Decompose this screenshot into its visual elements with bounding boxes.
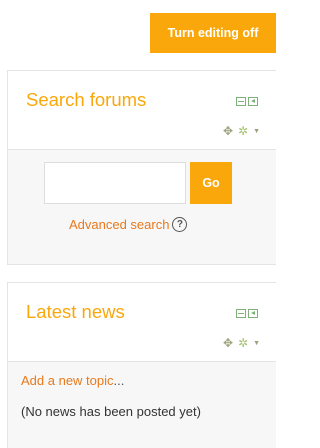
advanced-search-row: Advanced search ? bbox=[69, 217, 188, 232]
add-new-topic-link[interactable]: Add a new topic... bbox=[21, 373, 124, 388]
search-forums-block: Search forums ✥ ✲ ▼ Go Advanced search ? bbox=[7, 70, 276, 265]
minimize-icon[interactable] bbox=[236, 309, 246, 318]
block-header: Search forums bbox=[8, 71, 276, 124]
block-controls: ✥ ✲ ▼ bbox=[223, 336, 260, 350]
dock-icon[interactable] bbox=[236, 309, 258, 318]
block-content: Go Advanced search ? bbox=[8, 149, 276, 264]
advanced-search-link[interactable]: Advanced search bbox=[69, 217, 169, 232]
chevron-down-icon[interactable]: ▼ bbox=[253, 340, 260, 347]
gear-icon[interactable]: ✲ bbox=[238, 336, 248, 350]
block-controls: ✥ ✲ ▼ bbox=[223, 124, 260, 138]
block-header: Latest news bbox=[8, 283, 276, 336]
block-content: Add a new topic... (No news has been pos… bbox=[8, 361, 276, 448]
dock-icon[interactable] bbox=[236, 97, 258, 106]
dock-arrow-icon[interactable] bbox=[248, 309, 258, 318]
minimize-icon[interactable] bbox=[236, 97, 246, 106]
block-title: Latest news bbox=[26, 301, 125, 322]
latest-news-block: Latest news ✥ ✲ ▼ Add a new topic... (No… bbox=[7, 282, 276, 448]
move-icon[interactable]: ✥ bbox=[223, 124, 233, 138]
no-news-message: (No news has been posted yet) bbox=[21, 404, 201, 419]
search-input[interactable] bbox=[44, 162, 186, 204]
add-new-topic-label: Add a new topic bbox=[21, 373, 114, 388]
move-icon[interactable]: ✥ bbox=[223, 336, 233, 350]
help-icon[interactable]: ? bbox=[172, 217, 188, 232]
go-button[interactable]: Go bbox=[190, 162, 232, 204]
turn-editing-off-button[interactable]: Turn editing off bbox=[150, 13, 276, 53]
dock-arrow-icon[interactable] bbox=[248, 97, 258, 106]
gear-icon[interactable]: ✲ bbox=[238, 124, 248, 138]
block-title: Search forums bbox=[26, 89, 147, 110]
chevron-down-icon[interactable]: ▼ bbox=[253, 128, 260, 135]
ellipsis: ... bbox=[113, 373, 125, 388]
